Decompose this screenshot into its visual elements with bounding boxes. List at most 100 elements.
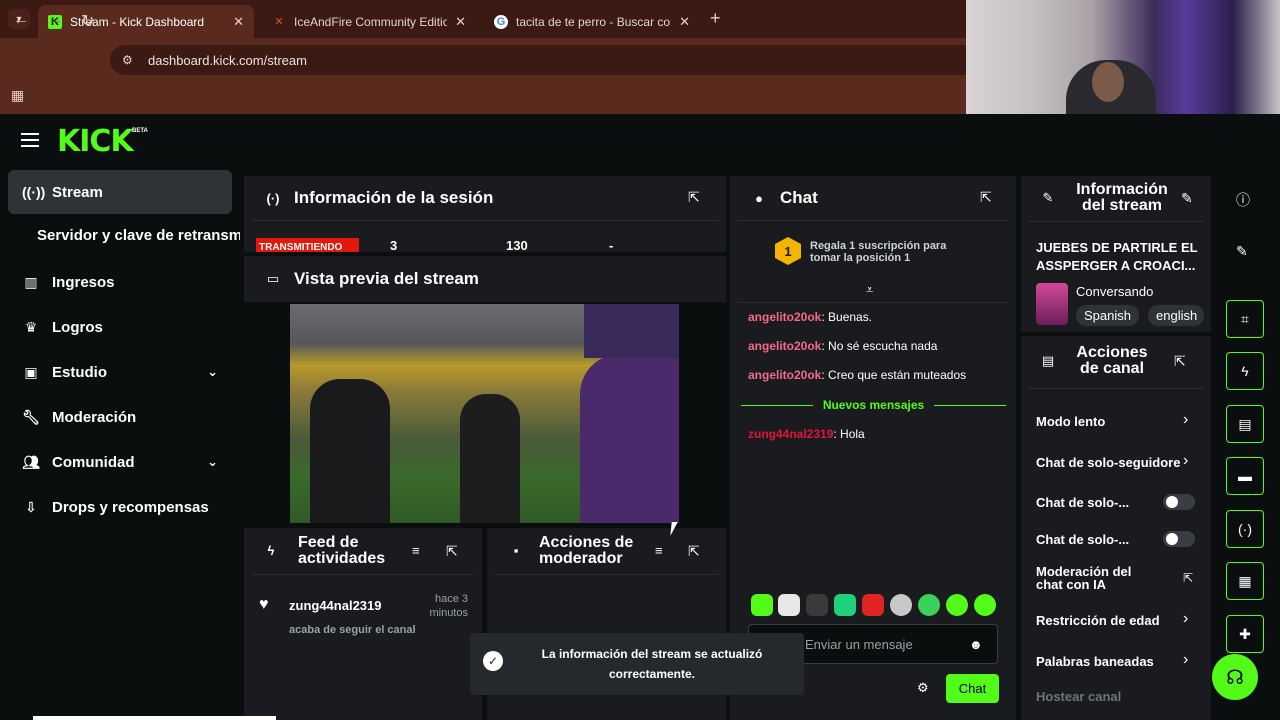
camera-focus-icon[interactable]: ⌗ — [1226, 300, 1264, 338]
layout-icon[interactable]: ▦ — [1226, 562, 1264, 600]
document-icon[interactable]: ▤ — [1226, 405, 1264, 443]
action-age-restriction[interactable]: Restricción de edad — [1036, 613, 1198, 628]
chat-text: : Buenas. — [821, 310, 873, 324]
emote-icon[interactable] — [778, 594, 800, 616]
expand-icon[interactable]: ⇱ — [1174, 353, 1186, 370]
settings-icon: ▤ — [1041, 353, 1055, 368]
preview-figure — [460, 394, 520, 523]
chart-icon: ▥ — [24, 273, 38, 290]
toggle-switch[interactable] — [1163, 494, 1195, 510]
expand-icon[interactable]: ⇱ — [688, 189, 700, 206]
edit-icon[interactable]: ✎ — [1236, 243, 1248, 260]
menu-icon[interactable] — [21, 133, 39, 149]
chat-username[interactable]: zung44nal2319 — [748, 427, 833, 441]
toast-message: La información del stream se actualizó c… — [541, 647, 763, 681]
wrench-icon[interactable]: ✚ — [1226, 615, 1264, 653]
chevron-right-icon[interactable]: › — [1183, 610, 1188, 628]
filter-icon[interactable]: ≡ — [412, 543, 420, 558]
sidebar-item-logros[interactable]: ♛ Logros — [8, 305, 232, 349]
google-favicon-icon: G — [494, 14, 508, 29]
sidebar-item-drops[interactable]: ⇩ Drops y recompensas — [8, 485, 232, 529]
activity-user[interactable]: zung44nal2319 — [289, 598, 382, 613]
panel-title: Feed de actividades — [298, 534, 386, 567]
external-link-icon[interactable]: ⇱ — [1183, 571, 1193, 585]
sidebar-item-moderacion[interactable]: 🔧︎ Moderación — [8, 395, 232, 439]
action-banned-words[interactable]: Palabras baneadas — [1036, 654, 1198, 669]
site-settings-icon[interactable]: ⚙ — [122, 53, 133, 67]
support-headset-icon[interactable]: ☊ — [1212, 654, 1258, 700]
sidebar-item-ingresos[interactable]: ▥ Ingresos — [8, 260, 232, 304]
sidebar-item-comunidad[interactable]: 👥︎ Comunidad ⌄ — [8, 440, 232, 484]
session-stats-row: TRANSMITIENDO 3 130 - — [256, 238, 720, 252]
back-icon[interactable]: ← — [13, 11, 29, 29]
chat-username[interactable]: angelito20ok — [748, 368, 821, 382]
chat-bubble-icon: ● — [755, 190, 763, 206]
emote-icon[interactable] — [834, 594, 856, 616]
filter-icon[interactable]: ≡ — [655, 543, 663, 558]
bolt-icon[interactable]: ϟ — [1226, 352, 1264, 390]
wrench-icon: 🔧︎ — [22, 408, 40, 425]
chat-username[interactable]: angelito20ok — [748, 310, 821, 324]
chevron-down-icon[interactable]: ⩡ — [866, 282, 873, 298]
emote-icon[interactable] — [974, 594, 996, 616]
chevron-right-icon[interactable]: › — [1183, 411, 1188, 429]
sidebar-item-stream[interactable]: ((·)) Stream — [8, 170, 232, 214]
toggle-switch[interactable] — [1163, 531, 1195, 547]
broadcast-icon[interactable]: (·) — [1226, 510, 1264, 548]
action-followers-only[interactable]: Chat de solo-seguidores — [1036, 455, 1181, 470]
stream-tag: english — [1148, 305, 1204, 326]
gift-sub-prompt[interactable]: Regala 1 suscripción para tomar la posic… — [810, 240, 970, 264]
tab-title: IceAndFire Community Edition — [294, 14, 448, 29]
emote-icon[interactable] — [806, 594, 828, 616]
emote-icon[interactable] — [862, 594, 884, 616]
panel-title: Acciones de canal — [1076, 344, 1148, 377]
tab-iceandfire[interactable]: ✕ IceAndFire Community Edition ✕ — [262, 5, 476, 38]
panel-header: ▭ Vista previa del stream — [244, 256, 726, 302]
iceandfire-favicon-icon: ✕ — [274, 16, 284, 28]
emote-icon[interactable] — [890, 594, 912, 616]
close-tab-icon[interactable]: ✕ — [679, 14, 690, 30]
sidebar-item-estudio[interactable]: ▣ Estudio ⌄ — [8, 350, 232, 394]
tab-kick-dashboard[interactable]: K Stream - Kick Dashboard ✕ — [38, 5, 254, 38]
emote-icon[interactable] — [751, 594, 773, 616]
address-bar[interactable]: dashboard.kick.com/stream — [110, 45, 966, 75]
action-host-channel[interactable]: Hostear canal — [1036, 689, 1198, 704]
heart-icon: ♥ — [259, 596, 269, 613]
stream-preview-video[interactable] — [290, 304, 679, 523]
gear-icon[interactable]: ⚙ — [917, 680, 929, 696]
new-tab-icon[interactable]: + — [710, 8, 721, 29]
expand-icon[interactable]: ⇱ — [980, 189, 992, 206]
edit-icon[interactable]: ✎ — [1181, 190, 1193, 207]
send-chat-button[interactable]: Chat — [946, 674, 999, 703]
emote-icon[interactable] — [918, 594, 940, 616]
chat-text: : Creo que están muteados — [821, 368, 967, 382]
expand-icon[interactable]: ⇱ — [688, 543, 700, 560]
apps-grid-icon[interactable]: ▦ — [11, 87, 24, 104]
action-ai-moderation[interactable]: Moderación del chat con IA — [1036, 565, 1156, 591]
stat-value: 3 — [390, 238, 398, 252]
close-tab-icon[interactable]: ✕ — [455, 14, 466, 30]
action-slow-mode[interactable]: Modo lento — [1036, 414, 1198, 429]
forward-icon[interactable]: → — [47, 11, 63, 29]
tab-google-search[interactable]: G tacita de te perro - Buscar con G ✕ — [484, 5, 700, 38]
shield-icon: ▪ — [513, 543, 519, 558]
panel-title: Información de la sesión — [294, 188, 494, 207]
preview-insert — [584, 304, 679, 358]
info-icon[interactable]: ⓘ — [1236, 190, 1250, 210]
sidebar-item-label: Moderación — [52, 408, 137, 426]
horizontal-scrollbar[interactable] — [33, 716, 276, 720]
users-icon: 👥︎ — [22, 453, 40, 470]
reload-icon[interactable]: ↻ — [81, 11, 94, 31]
emote-icon[interactable] — [946, 594, 968, 616]
stream-category[interactable]: Conversando — [1076, 284, 1153, 299]
chat-bubble-icon[interactable]: ▬ — [1226, 457, 1264, 495]
expand-icon[interactable]: ⇱ — [446, 543, 458, 560]
kick-logo[interactable]: KICK — [57, 124, 134, 159]
chevron-right-icon[interactable]: › — [1183, 452, 1188, 470]
chevron-right-icon[interactable]: › — [1183, 651, 1188, 669]
chat-username[interactable]: angelito20ok — [748, 339, 821, 353]
sidebar-subitem-stream-key[interactable]: Servidor y clave de retransmisión — [37, 227, 240, 244]
emoji-icon[interactable]: ☻ — [969, 637, 983, 652]
close-tab-icon[interactable]: ✕ — [233, 14, 244, 30]
studio-icon: ▣ — [24, 363, 38, 380]
